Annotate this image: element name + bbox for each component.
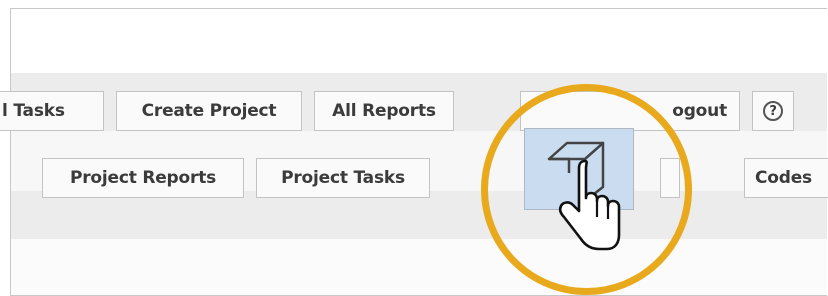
- app-window: [10, 8, 827, 296]
- hand-pointer-icon: [558, 159, 621, 251]
- project-tasks-button[interactable]: Project Tasks: [256, 158, 430, 198]
- all-tasks-button[interactable]: l Tasks: [0, 91, 104, 131]
- content-area: [11, 239, 827, 295]
- project-reports-button[interactable]: Project Reports: [42, 158, 244, 198]
- question-circle-icon: ?: [763, 101, 783, 121]
- content-band: [11, 191, 827, 239]
- codes-button[interactable]: Codes: [744, 158, 828, 198]
- all-reports-button[interactable]: All Reports: [314, 91, 454, 131]
- help-label: ?: [769, 103, 777, 119]
- help-button[interactable]: ?: [752, 91, 794, 131]
- adjacent-button-edge[interactable]: [660, 158, 680, 198]
- logout-button[interactable]: ogout: [520, 91, 740, 131]
- create-project-button[interactable]: Create Project: [116, 91, 302, 131]
